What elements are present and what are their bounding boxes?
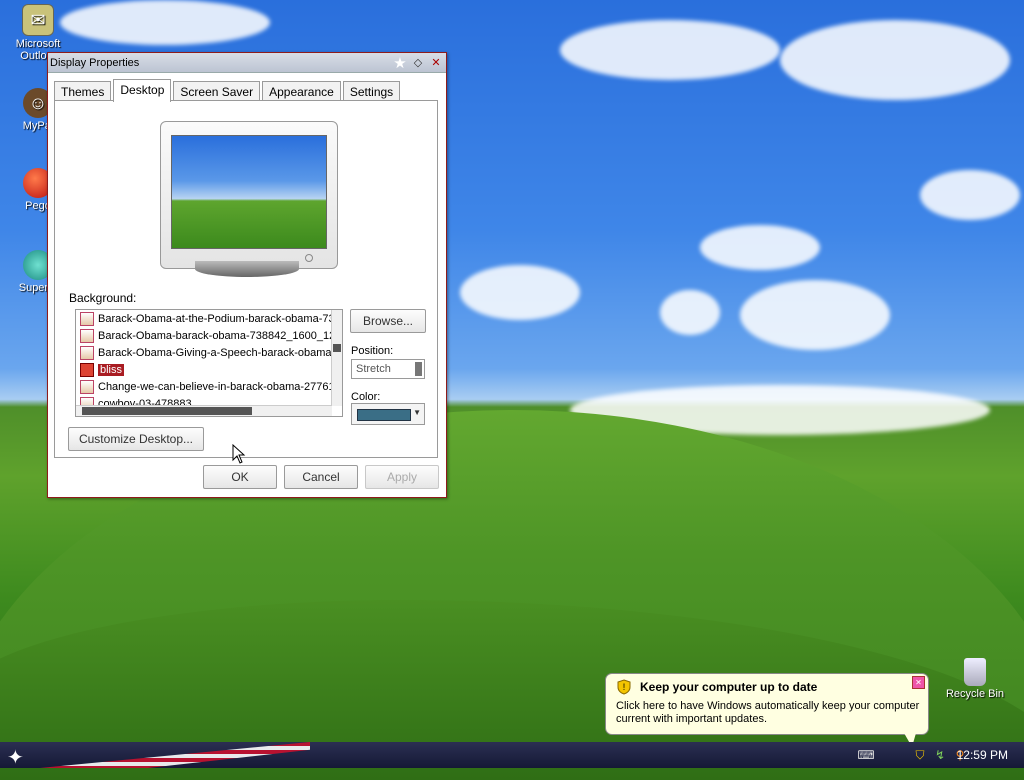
image-file-icon [80,362,94,377]
desktop-icon-recycle-bin[interactable]: Recycle Bin [945,658,1005,700]
star-icon[interactable]: ★ [392,55,408,72]
position-label: Position: [351,345,394,357]
list-item[interactable]: Barack-Obama-barack-obama-738842_1600_12… [76,327,342,344]
update-notification-balloon[interactable]: ! Keep your computer up to date Click he… [605,673,929,747]
close-icon[interactable]: ✕ [912,676,925,689]
recycle-bin-icon [964,658,986,686]
color-picker[interactable]: ▼ [351,403,425,425]
color-label: Color: [351,391,381,403]
cloud [660,290,720,335]
flag-decoration [40,742,310,768]
cloud [700,225,820,270]
cloud [920,170,1020,220]
scroll-thumb[interactable] [82,407,252,415]
cancel-button[interactable]: Cancel [284,465,358,489]
list-horizontal-scrollbar[interactable] [76,405,332,416]
dropdown-arrow-icon [415,362,422,376]
desktop-tab-pane: Background: Barack-Obama-at-the-Podium-b… [54,100,438,458]
svg-text:!: ! [623,682,626,692]
start-button[interactable]: ✦ [7,745,24,770]
keyboard-icon[interactable]: ⌨ [857,747,874,763]
monitor-preview [160,121,338,269]
background-label: Background: [69,291,137,305]
cloud [60,0,270,45]
outlook-icon: ✉ [22,4,54,36]
desktop-icon-label: Recycle Bin [945,688,1005,700]
color-swatch [357,409,411,421]
list-item[interactable]: Barack-Obama-Giving-a-Speech-barack-obam… [76,344,342,361]
image-file-icon [80,345,94,360]
apply-button[interactable]: Apply [365,465,439,489]
balloon-title: Keep your computer up to date [640,680,818,694]
monitor-power-led [305,254,313,262]
help-button[interactable]: ◇ [410,55,426,71]
background-list[interactable]: Barack-Obama-at-the-Podium-barack-obama-… [75,309,343,417]
taskbar: ✦ ⌨ ⛉ ↯ ⚲ 12:59 PM [0,742,1024,770]
mouse-cursor-icon [232,444,246,464]
security-shield-icon: ! [617,679,631,695]
balloon-body: Click here to have Windows automatically… [616,700,920,725]
tray-spacer [878,747,908,763]
list-item[interactable]: Barack-Obama-at-the-Podium-barack-obama-… [76,310,342,327]
position-select[interactable]: Stretch [351,359,425,379]
image-file-icon [80,379,94,394]
tab-desktop[interactable]: Desktop [113,79,172,102]
customize-desktop-button[interactable]: Customize Desktop... [68,427,204,451]
cloud [740,280,890,350]
list-vertical-scrollbar[interactable] [331,310,342,406]
taskbar-clock[interactable]: 12:59 PM [957,748,1008,762]
chevron-down-icon: ▼ [413,408,421,417]
tab-strip: Themes Desktop Screen Saver Appearance S… [54,79,402,104]
scroll-thumb[interactable] [333,344,341,352]
wallpaper-preview [171,135,327,249]
network-icon[interactable]: ↯ [932,747,948,763]
list-item[interactable]: Change-we-can-believe-in-barack-obama-27… [76,378,342,395]
cloud [780,20,1010,100]
monitor-stand [195,261,299,277]
security-shield-icon[interactable]: ⛉ [912,747,928,763]
window-title: Display Properties [50,56,140,69]
browse-button[interactable]: Browse... [350,309,426,333]
title-bar[interactable]: Display Properties ★ ◇ ✕ [48,53,446,73]
list-item-selected[interactable]: bliss [76,361,342,378]
position-value: Stretch [356,363,391,375]
image-file-icon [80,328,94,343]
cloud [460,265,580,320]
image-file-icon [80,311,94,326]
ok-button[interactable]: OK [203,465,277,489]
close-button[interactable]: ✕ [428,55,444,71]
cloud [560,20,780,80]
display-properties-window: Display Properties ★ ◇ ✕ Themes Desktop … [47,52,447,498]
